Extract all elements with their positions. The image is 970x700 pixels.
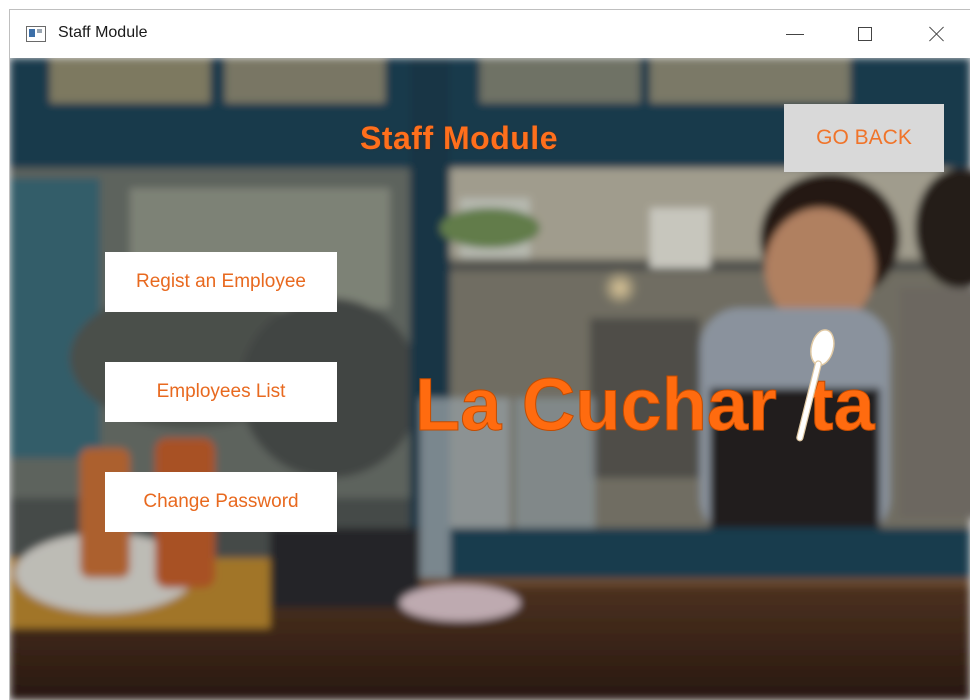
go-back-button[interactable]: GO BACK	[784, 104, 944, 172]
minimize-button[interactable]	[772, 10, 818, 58]
main-content: Staff Module GO BACK Regist an Employee …	[10, 58, 970, 700]
app-window-icon	[26, 26, 46, 42]
title-bar[interactable]: Staff Module	[10, 10, 970, 58]
logo-text-part1: La Cuchar	[415, 363, 777, 446]
close-button[interactable]	[914, 10, 960, 58]
la-cucharita-logo: La Cuchar ta	[415, 329, 876, 447]
employees-list-button[interactable]: Employees List	[105, 362, 337, 422]
maximize-icon	[858, 27, 872, 41]
minimize-icon	[786, 33, 804, 35]
change-password-button[interactable]: Change Password	[105, 472, 337, 532]
maximize-button[interactable]	[842, 10, 888, 58]
close-icon	[928, 25, 946, 43]
page-title: Staff Module	[360, 120, 558, 156]
register-employee-button[interactable]: Regist an Employee	[105, 252, 337, 312]
app-window: Staff Module Staff Module GO BACK Regist…	[10, 10, 970, 700]
window-title: Staff Module	[58, 24, 148, 41]
